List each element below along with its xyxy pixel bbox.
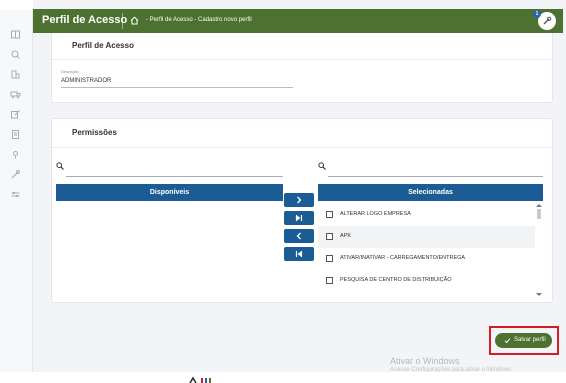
tools-icon <box>543 16 552 25</box>
selected-list: ALTERAR LOGO EMPRESA APK ATIVAR/INATIVAR… <box>318 204 543 296</box>
list-item-label: PESQUISA DE CENTRO DE DISTRIBUIÇÃO <box>340 277 452 283</box>
selected-search-input[interactable] <box>328 176 543 177</box>
side-rail <box>0 0 33 372</box>
description-field[interactable]: ADMINISTRADOR <box>61 78 111 84</box>
selected-list-scrollbar[interactable] <box>535 204 543 296</box>
item-checkbox[interactable] <box>326 255 333 262</box>
save-button-label: Salvar perfil <box>514 337 546 343</box>
settings-icon[interactable] <box>10 189 21 200</box>
activation-watermark-title: Ativar o Windows <box>390 356 460 366</box>
description-underline <box>61 87 293 88</box>
description-label: Descrição <box>61 69 79 74</box>
list-item[interactable]: ALTERAR LOGO EMPRESA <box>318 204 535 226</box>
header-separator <box>122 13 123 29</box>
list-item[interactable]: PESQUISA DE CENTRO DE DISTRIBUIÇÃO <box>318 270 535 292</box>
page-title: Perfil de Acesso <box>42 14 128 26</box>
list-item-label: ALTERAR LOGO EMPRESA <box>340 211 411 217</box>
chevron-double-right-icon <box>295 215 303 221</box>
chevron-double-left-icon <box>295 251 303 257</box>
top-header: Perfil de Acesso - Perfil de Acesso - Ca… <box>33 9 563 33</box>
edit-icon[interactable] <box>10 109 21 120</box>
search-icon <box>56 162 64 170</box>
truck-icon[interactable] <box>10 89 21 100</box>
selected-list-header: Selecionadas <box>318 184 543 201</box>
item-checkbox[interactable] <box>326 211 333 218</box>
scroll-down-icon[interactable] <box>536 293 542 296</box>
search-icon[interactable] <box>10 49 21 60</box>
save-highlight-box: Salvar perfil <box>489 326 559 355</box>
card-divider <box>52 147 552 148</box>
bottom-strip <box>0 372 566 383</box>
scrollbar-thumb[interactable] <box>537 209 541 219</box>
search-icon <box>318 162 326 170</box>
card-divider <box>52 59 552 60</box>
list-item[interactable]: ATIVAR/INATIVAR - CARREGAMENTO/ENTREGA <box>318 248 535 270</box>
move-left-button[interactable] <box>284 229 314 243</box>
top-strip <box>0 0 33 10</box>
profile-card: Perfil de Acesso Descrição ADMINISTRADOR <box>51 33 553 103</box>
save-profile-button[interactable]: Salvar perfil <box>495 333 552 348</box>
chevron-left-icon <box>296 232 301 240</box>
location-icon[interactable] <box>10 149 21 160</box>
notification-badge: 1 <box>533 10 541 18</box>
list-item-label: APK <box>340 233 352 239</box>
available-search-input[interactable] <box>66 176 283 177</box>
building-icon[interactable] <box>10 69 21 80</box>
dashboard-icon[interactable] <box>10 29 21 40</box>
list-item[interactable]: APK <box>318 226 535 248</box>
document-icon[interactable] <box>10 129 21 140</box>
list-item-label: ATIVAR/INATIVAR - CARREGAMENTO/ENTREGA <box>340 255 466 261</box>
permissions-card-title: Permissões <box>72 128 117 137</box>
profile-card-title: Perfil de Acesso <box>72 41 134 50</box>
available-list-header: Disponíveis <box>56 184 283 201</box>
move-all-left-button[interactable] <box>284 247 314 261</box>
item-checkbox[interactable] <box>326 233 333 240</box>
move-all-right-button[interactable] <box>284 211 314 225</box>
tools-icon[interactable] <box>10 169 21 180</box>
home-icon[interactable] <box>130 16 139 25</box>
breadcrumb: - Perfil de Acesso - Cadastro novo perfi… <box>146 17 252 23</box>
chevron-right-icon <box>297 196 302 204</box>
logo-fragment <box>189 376 211 383</box>
item-checkbox[interactable] <box>326 277 333 284</box>
scroll-up-icon[interactable] <box>536 204 542 207</box>
check-icon <box>504 338 511 344</box>
move-right-button[interactable] <box>284 193 314 207</box>
